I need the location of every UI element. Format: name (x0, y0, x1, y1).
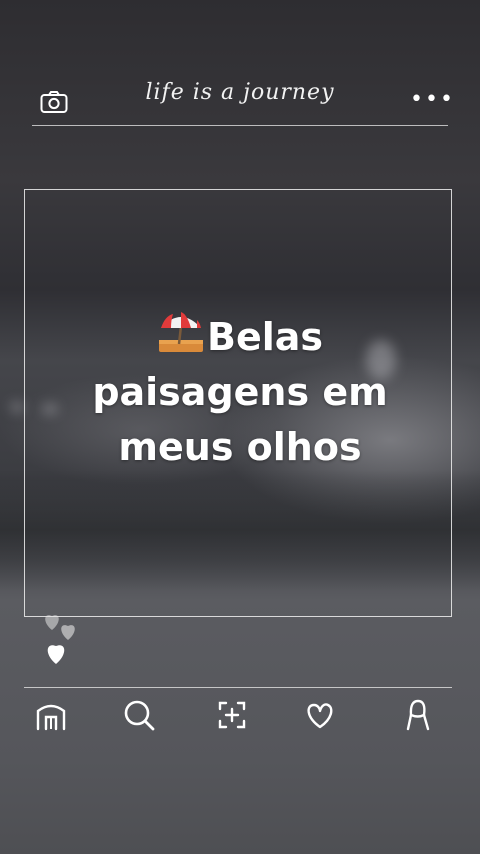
add-post-icon[interactable] (212, 695, 252, 735)
header-divider (32, 125, 448, 126)
caption-text-1: Belas (206, 315, 324, 359)
bottom-nav (0, 695, 480, 739)
search-icon[interactable] (119, 695, 159, 735)
home-icon[interactable] (31, 695, 71, 735)
heart-icon[interactable] (300, 695, 340, 735)
profile-icon[interactable] (398, 695, 438, 735)
caption-line-2: paisagens em (92, 370, 388, 414)
nav-divider (24, 687, 452, 688)
header-title: life is a journey (145, 80, 335, 105)
more-horizontal-icon[interactable]: ••• (410, 88, 453, 112)
app-header: life is a journey ••• (32, 78, 453, 126)
beach-umbrella-icon (158, 312, 203, 352)
caption-line-3: meus olhos (118, 425, 362, 469)
caption-line-1: Belas (0, 310, 480, 365)
post-caption: Belas paisagens em meus olhos (0, 310, 480, 475)
floating-hearts-icon (45, 615, 75, 664)
